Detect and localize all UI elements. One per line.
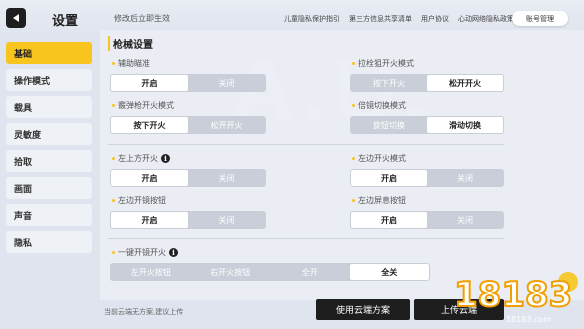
bolt-fire-mode-label: 拉栓狙开火模式 (358, 59, 414, 68)
setting-label: 左边开镜按钮 (112, 195, 166, 206)
bullet-dot (352, 62, 355, 65)
sidebar-item-pickup[interactable]: 拾取 (6, 150, 92, 172)
left-fire-mode-on[interactable]: 开启 (351, 170, 427, 186)
setting-label: 左边屏息按钮 (352, 195, 406, 206)
bullet-dot (352, 199, 355, 202)
sidebar-item-control-mode[interactable]: 操作模式 (6, 69, 92, 91)
bullet-dot (112, 157, 115, 160)
section-divider (108, 238, 504, 239)
one-key-all-on[interactable]: 全开 (270, 264, 350, 280)
link-user-agreement[interactable]: 用户协议 (421, 14, 449, 24)
shotgun-fire-mode-label: 霰弹枪开火模式 (118, 101, 174, 110)
auxiliary-aim-off[interactable]: 关闭 (188, 75, 265, 91)
one-key-left-fire[interactable]: 左开火按钮 (111, 264, 191, 280)
bolt-fire-release[interactable]: 松开开火 (427, 75, 503, 91)
bolt-fire-mode-toggle: 按下开火 松开开火 (350, 74, 504, 92)
site-logo-watermark: 18183 18183.com (453, 272, 578, 324)
scope-switch-slide[interactable]: 滑动切换 (427, 117, 503, 133)
left-scope-button-off[interactable]: 关闭 (188, 212, 265, 228)
logo-text: 18183 (454, 275, 572, 315)
auxiliary-aim-toggle: 开启 关闭 (110, 74, 266, 92)
top-left-fire-toggle: 开启 关闭 (110, 169, 266, 187)
section-title: 枪械设置 (108, 36, 153, 51)
left-scope-button-on[interactable]: 开启 (111, 212, 188, 228)
shotgun-fire-mode-toggle: 按下开火 松开开火 (110, 116, 266, 134)
scope-switch-knob[interactable]: 旋钮切换 (351, 117, 427, 133)
setting-label: 左边开火模式 (352, 153, 406, 164)
setting-label: 倍镜切换模式 (352, 100, 406, 111)
sidebar-item-vehicle[interactable]: 载具 (6, 96, 92, 118)
auxiliary-aim-on[interactable]: 开启 (111, 75, 188, 91)
setting-label: 辅助瞄准 (112, 58, 150, 69)
top-left-fire-off[interactable]: 关闭 (188, 170, 265, 186)
setting-label: 一键开镜开火 i (112, 247, 178, 258)
left-fire-mode-toggle: 开启 关闭 (350, 169, 504, 187)
top-links: 儿童隐私保护指引 第三方信息共享清单 用户协议 心动网络隐私政策 (284, 14, 514, 24)
bullet-dot (352, 104, 355, 107)
one-key-right-fire[interactable]: 右开火按钮 (191, 264, 271, 280)
link-child-privacy[interactable]: 儿童隐私保护指引 (284, 14, 340, 24)
left-fire-mode-off[interactable]: 关闭 (427, 170, 503, 186)
info-icon[interactable]: i (161, 154, 170, 163)
left-breath-button-label: 左边屏息按钮 (358, 196, 406, 205)
link-third-party-list[interactable]: 第三方信息共享清单 (349, 14, 412, 24)
left-fire-mode-label: 左边开火模式 (358, 154, 406, 163)
back-arrow-icon (13, 14, 19, 22)
setting-label: 霰弹枪开火模式 (112, 100, 174, 111)
section-divider (108, 144, 504, 145)
use-cloud-scheme-button[interactable]: 使用云端方案 (316, 299, 410, 320)
cloud-footer-note: 当前云端无方案,建议上传 (104, 308, 184, 316)
shotgun-fire-press[interactable]: 按下开火 (111, 117, 188, 133)
one-key-all-off[interactable]: 全关 (349, 264, 429, 280)
bullet-dot (112, 62, 115, 65)
one-key-scope-fire-toggle: 左开火按钮 右开火按钮 全开 全关 (110, 263, 430, 281)
settings-sidebar: 基础 操作模式 载具 灵敏度 拾取 画面 声音 隐私 (6, 42, 92, 253)
auxiliary-aim-label: 辅助瞄准 (118, 59, 150, 68)
left-scope-button-label: 左边开镜按钮 (118, 196, 166, 205)
left-breath-button-on[interactable]: 开启 (351, 212, 427, 228)
bolt-fire-press[interactable]: 按下开火 (351, 75, 427, 91)
bullet-dot (112, 104, 115, 107)
settings-hint: 修改后立即生效 (114, 14, 170, 23)
sidebar-item-graphics[interactable]: 画面 (6, 177, 92, 199)
setting-label: 左上方开火 i (112, 153, 170, 164)
logo-site: 18183.com (506, 315, 551, 324)
top-left-fire-on[interactable]: 开启 (111, 170, 188, 186)
page-title: 设置 (52, 13, 79, 28)
sidebar-item-sound[interactable]: 声音 (6, 204, 92, 226)
link-privacy-policy[interactable]: 心动网络隐私政策 (458, 14, 514, 24)
account-management-button[interactable]: 账号管理 (512, 11, 568, 26)
top-left-fire-label: 左上方开火 (118, 154, 158, 163)
bullet-dot (112, 251, 115, 254)
left-breath-button-toggle: 开启 关闭 (350, 211, 504, 229)
bullet-dot (112, 199, 115, 202)
left-scope-button-toggle: 开启 关闭 (110, 211, 266, 229)
sidebar-item-basic[interactable]: 基础 (6, 42, 92, 64)
scope-switch-mode-toggle: 旋钮切换 滑动切换 (350, 116, 504, 134)
setting-label: 拉栓狙开火模式 (352, 58, 414, 69)
left-breath-button-off[interactable]: 关闭 (427, 212, 503, 228)
info-icon[interactable]: i (169, 248, 178, 257)
bullet-dot (352, 157, 355, 160)
settings-panel (100, 30, 584, 300)
sidebar-item-privacy[interactable]: 隐私 (6, 231, 92, 253)
scope-switch-mode-label: 倍镜切换模式 (358, 101, 406, 110)
back-button[interactable] (6, 8, 26, 28)
one-key-scope-fire-label: 一键开镜开火 (118, 248, 166, 257)
sidebar-item-sensitivity[interactable]: 灵敏度 (6, 123, 92, 145)
shotgun-fire-release[interactable]: 松开开火 (188, 117, 265, 133)
